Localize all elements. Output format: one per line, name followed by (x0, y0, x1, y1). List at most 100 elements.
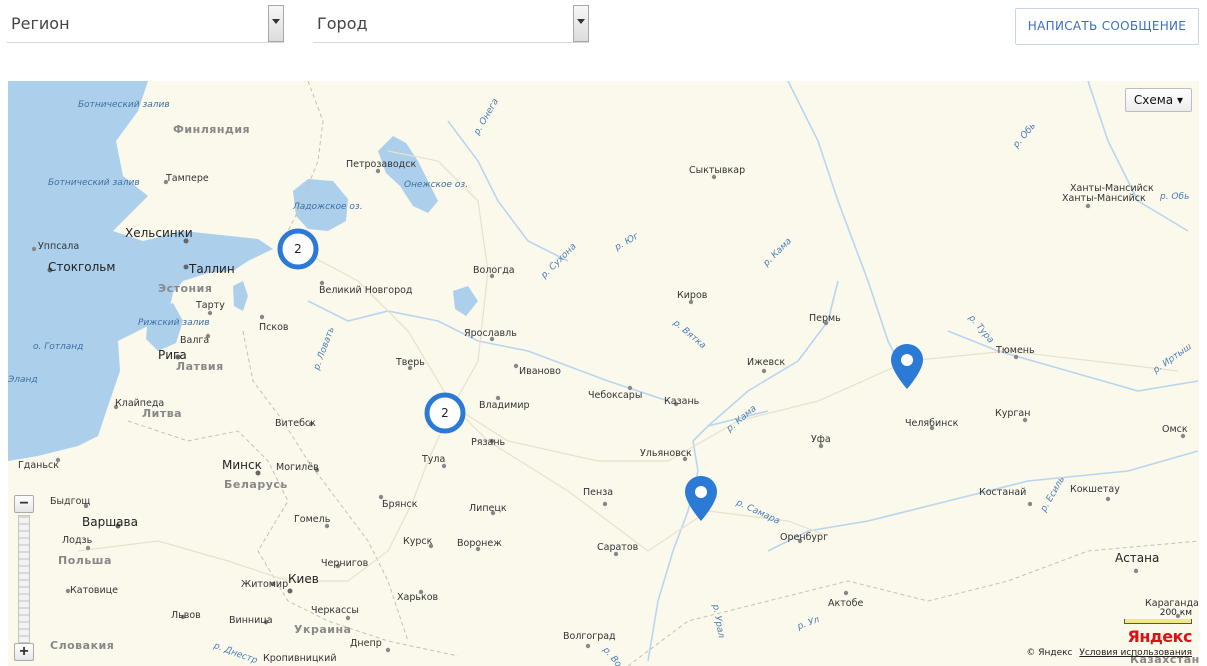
scale-label: 200 км (1159, 608, 1192, 618)
zoom-slider[interactable] (18, 515, 30, 643)
zoom-control[interactable]: − + (14, 495, 34, 665)
region-select[interactable]: Регион (7, 5, 284, 43)
city-label: Костанай (979, 487, 1026, 498)
city-label: Чернигов (321, 558, 369, 569)
cluster-marker[interactable]: 2 (424, 392, 466, 434)
city-label: Саратов (597, 542, 639, 553)
city-label: Петрозаводск (346, 159, 416, 170)
river-label: р. Обь (1011, 121, 1038, 151)
river-label: р. Урал (710, 603, 726, 639)
city-label: Житомир (241, 579, 288, 590)
country-label: Украина (294, 623, 351, 636)
river-label: р. Обь (1159, 192, 1189, 202)
city-label: Таллин (188, 262, 235, 276)
cluster-marker[interactable]: 2 (277, 228, 319, 270)
city-label: Хельсинки (125, 226, 193, 240)
city-label: Псков (259, 322, 289, 333)
city-label: Стокгольм (48, 260, 115, 274)
city-label: Ярославль (464, 328, 517, 339)
water-label: Ладожское оз. (292, 202, 363, 212)
city-label: Омск (1162, 424, 1188, 435)
chevron-down-icon[interactable] (573, 5, 589, 42)
river-label: р. Иртыш (1151, 342, 1194, 376)
city-label: Гданьск (18, 460, 59, 471)
country-label: Эстония (158, 282, 212, 295)
city-label: Владимир (479, 400, 530, 411)
map-labels: Финляндия Эстония Латвия Литва Беларусь … (8, 97, 1199, 666)
city-label: Великий Новгород (319, 285, 413, 296)
scale-bar (1124, 619, 1192, 624)
zoom-in-button[interactable]: + (14, 643, 34, 661)
city-label: Пермь (809, 313, 841, 324)
placemark-icon[interactable] (891, 344, 923, 389)
city-label: Тула (421, 454, 445, 465)
city-label: Лодзь (62, 535, 93, 546)
city-label: Клайпеда (115, 398, 164, 409)
city-label: Быдгощ (50, 496, 90, 507)
city-label: Уппсала (38, 241, 79, 252)
city-label: Минск (222, 458, 262, 472)
city-label: Чебоксары (588, 390, 642, 401)
map-type-button[interactable]: Схема ▾ (1124, 88, 1192, 112)
city-label: Сыктывкар (689, 165, 745, 176)
river-label: р. Кама (724, 404, 759, 435)
city-label: Кокшетау (1070, 484, 1120, 495)
yandex-logo: Яндекс (1127, 627, 1193, 646)
city-label: Винница (229, 615, 273, 626)
region-select-value: Регион (11, 14, 70, 33)
river-label: р. Ул (795, 615, 821, 633)
river-label: р. Онега (472, 97, 501, 138)
river-label: р. Тура (966, 313, 996, 346)
city-labels: Петрозаводск Сыктывкар Ханты-Мансийск Ха… (18, 159, 1199, 664)
city-label: Оренбург (780, 532, 828, 543)
city-label: Тюмень (995, 345, 1035, 356)
city-label: Катовице (70, 585, 118, 596)
city-label: Курск (403, 536, 433, 547)
city-label: Рязань (471, 437, 506, 448)
city-label: Тверь (395, 357, 425, 368)
placemark-icon[interactable] (685, 476, 717, 521)
city-label: Брянск (382, 499, 418, 510)
city-label: Харьков (397, 592, 439, 603)
city-label: Тарту (195, 300, 225, 311)
water-label: Ботнический залив (48, 178, 140, 188)
water-label: Эланд (8, 375, 38, 385)
country-label: Финляндия (173, 123, 250, 136)
cluster-count: 2 (441, 406, 449, 420)
city-label: Варшава (82, 515, 138, 529)
city-label: Витебск (275, 418, 316, 429)
chevron-down-icon[interactable] (268, 5, 284, 42)
country-label: Беларусь (224, 478, 288, 491)
city-select[interactable]: Город (313, 5, 589, 43)
city-label: Астана (1115, 551, 1159, 565)
city-label: Рига (158, 348, 187, 362)
city-label: Днепр (350, 638, 382, 649)
city-label: Волгоград (563, 631, 616, 642)
river-label: р. Днестр (211, 641, 259, 666)
city-label: Воронеж (457, 538, 502, 549)
city-select-value: Город (317, 14, 368, 33)
terms-link[interactable]: Условия использования (1079, 648, 1192, 658)
city-label: Ульяновск (640, 448, 692, 459)
city-label: Киров (677, 290, 708, 301)
river-label: р. Юг (612, 231, 641, 253)
city-label: Челябинск (905, 418, 959, 429)
city-label: Тампере (165, 173, 209, 184)
country-label: Польша (58, 554, 112, 567)
copyright-text: © Яндекс (1026, 648, 1073, 658)
city-label: Ижевск (747, 357, 785, 368)
map[interactable]: Финляндия Эстония Латвия Литва Беларусь … (8, 81, 1199, 666)
write-message-button[interactable]: НАПИСАТЬ СООБЩЕНИЕ (1015, 8, 1199, 45)
river-label: р. Есиль (1039, 475, 1068, 515)
river-label: р. Ловать (312, 326, 337, 373)
cluster-count: 2 (294, 242, 302, 256)
map-copyright: © Яндекс Условия использования (1026, 648, 1192, 658)
river-label: р. Самара (734, 498, 782, 527)
city-label: Курган (995, 408, 1030, 419)
city-label: Казань (664, 396, 700, 407)
city-label: Могилёв (276, 462, 319, 473)
river-label: р. Вятка (670, 318, 707, 352)
country-label: Словакия (50, 639, 114, 652)
zoom-out-button[interactable]: − (14, 495, 34, 513)
water-label: Онежское оз. (404, 180, 468, 190)
